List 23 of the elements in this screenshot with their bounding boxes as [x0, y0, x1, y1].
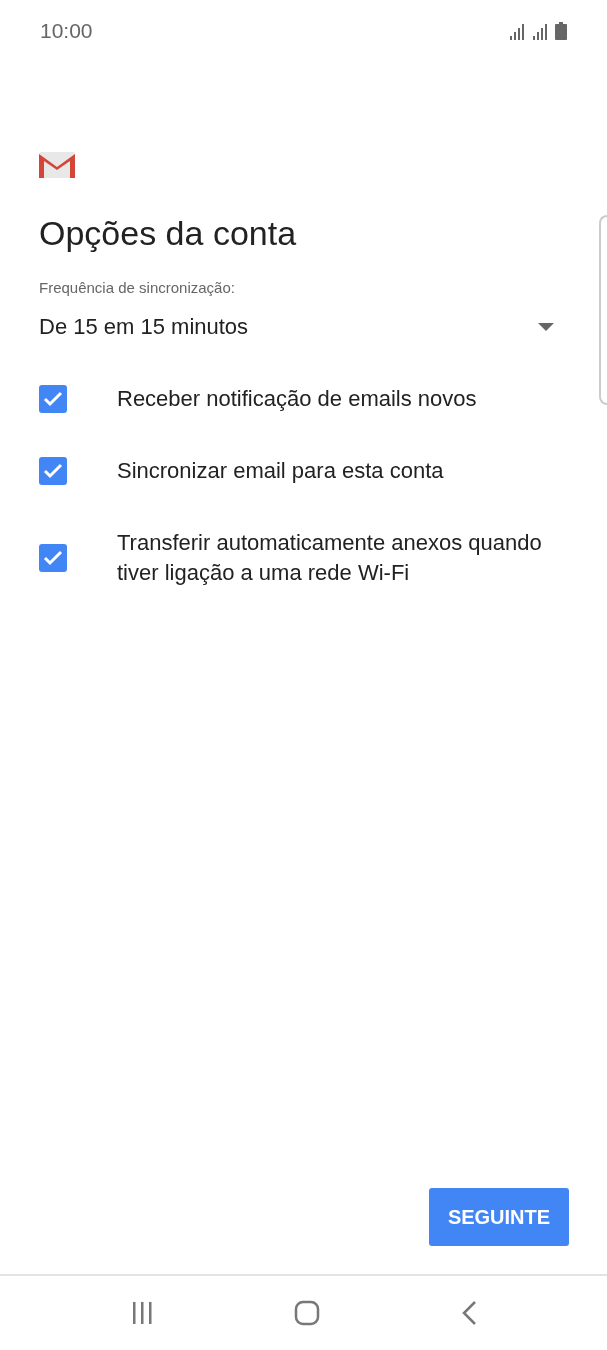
signal-icon: [509, 24, 527, 40]
check-icon: [43, 391, 63, 407]
home-icon[interactable]: [294, 1300, 321, 1326]
recent-apps-icon[interactable]: [130, 1301, 155, 1325]
signal-icon: [532, 24, 550, 40]
status-time: 10:00: [40, 19, 93, 43]
checkbox[interactable]: [39, 385, 67, 413]
mail-logo-icon: [39, 152, 75, 178]
field-label: Frequência de sincronização:: [39, 279, 236, 296]
battery-icon: [555, 22, 567, 40]
option-label: Transferir automaticamente anexos quando tiver ligação a uma rede Wi-Fi: [117, 529, 543, 587]
frequency-dropdown[interactable]: De 15 em 15 minutos: [39, 314, 568, 340]
edge-panel-handle[interactable]: [599, 215, 607, 405]
page-title: Opções da conta: [39, 214, 298, 253]
checkbox[interactable]: [39, 544, 67, 572]
check-icon: [43, 463, 63, 479]
dropdown-caret-icon: [538, 323, 554, 331]
check-icon: [43, 550, 63, 566]
next-button[interactable]: SEGUINTE: [429, 1188, 569, 1246]
option-label: Sincronizar email para esta conta: [117, 457, 444, 485]
back-icon[interactable]: [460, 1300, 477, 1326]
checkbox[interactable]: [39, 457, 67, 485]
option-label: Receber notificação de emails novos: [117, 385, 477, 413]
